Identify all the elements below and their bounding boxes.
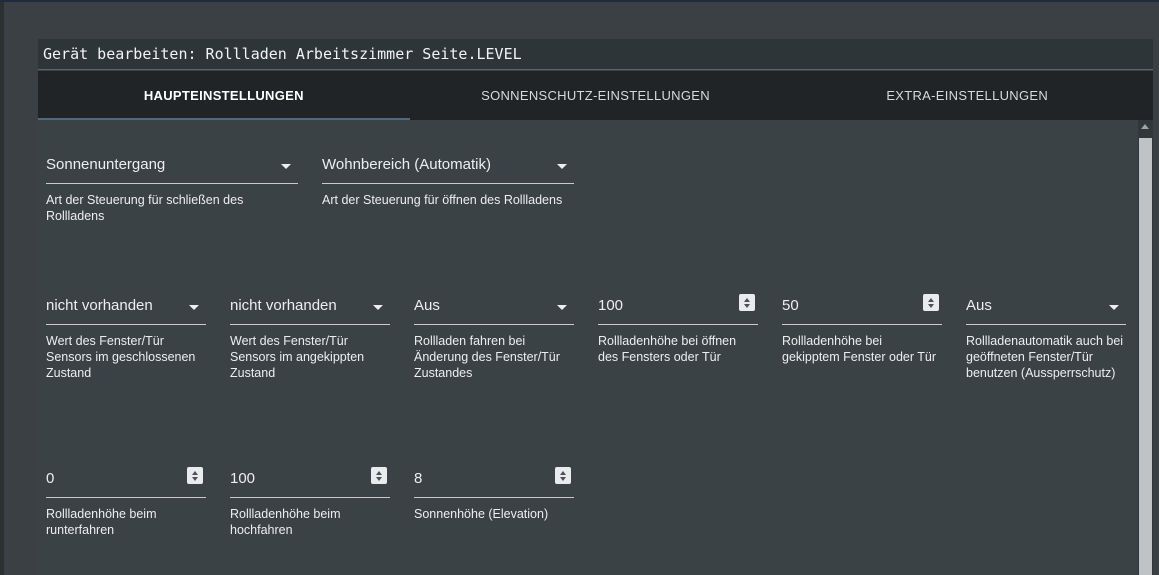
chevron-down-icon — [557, 305, 567, 310]
move-on-change-select[interactable]: Aus — [414, 287, 574, 325]
height-down-field: 0 Rollladenhöhe beim runterfahren — [46, 460, 206, 538]
number-stepper-icon[interactable] — [371, 467, 387, 484]
height-up-field: 100 Rollladenhöhe beim hochfahren — [230, 460, 390, 538]
chevron-down-icon — [1109, 305, 1119, 310]
open-control-select[interactable]: Wohnbereich (Automatik) — [322, 146, 574, 184]
height-tilted-window-input[interactable]: 50 — [782, 287, 942, 325]
number-stepper-icon[interactable] — [923, 294, 939, 311]
scrollbar[interactable] — [1138, 120, 1153, 575]
height-up-value: 100 — [230, 470, 256, 487]
close-control-select[interactable]: Sonnenuntergang — [46, 146, 298, 184]
open-control-value: Wohnbereich (Automatik) — [322, 156, 491, 173]
close-control-label: Art der Steuerung für schließen des Roll… — [46, 193, 244, 223]
settings-panel: Sonnenuntergang Art der Steuerung für sc… — [38, 120, 1138, 575]
window-top-border — [0, 0, 1159, 2]
height-open-window-field: 100 Rollladenhöhe bei öffnen des Fenster… — [598, 287, 758, 365]
sensor-closed-label: Wert des Fenster/Tür Sensors im geschlos… — [46, 334, 196, 380]
height-down-input[interactable]: 0 — [46, 460, 206, 498]
sensor-tilted-value: nicht vorhanden — [230, 297, 337, 314]
scroll-up-icon[interactable] — [1141, 124, 1149, 129]
chevron-down-icon — [373, 305, 383, 310]
sensor-tilted-select[interactable]: nicht vorhanden — [230, 287, 390, 325]
height-open-window-value: 100 — [598, 297, 624, 314]
tab-extra-settings[interactable]: EXTRA-EINSTELLUNGEN — [781, 71, 1153, 120]
sensor-closed-select[interactable]: nicht vorhanden — [46, 287, 206, 325]
scrollbar-thumb[interactable] — [1139, 138, 1152, 575]
number-stepper-icon[interactable] — [187, 467, 203, 484]
sun-elevation-field: 8 Sonnenhöhe (Elevation) — [414, 460, 574, 522]
move-on-change-value: Aus — [414, 297, 440, 314]
height-up-input[interactable]: 100 — [230, 460, 390, 498]
height-down-value: 0 — [46, 470, 55, 487]
window-left-edge — [0, 2, 4, 575]
number-stepper-icon[interactable] — [555, 467, 571, 484]
chevron-down-icon — [557, 164, 567, 169]
close-control-field: Sonnenuntergang Art der Steuerung für sc… — [46, 146, 298, 224]
height-open-window-label: Rollladenhöhe bei öffnen des Fensters od… — [598, 334, 737, 364]
open-control-field: Wohnbereich (Automatik) Art der Steuerun… — [322, 146, 574, 208]
lockout-protection-field: Aus Rollladenautomatik auch bei geöffnet… — [966, 287, 1126, 381]
open-control-label: Art der Steuerung für öffnen des Rolllad… — [322, 193, 563, 207]
move-on-change-field: Aus Rollladen fahren bei Änderung des Fe… — [414, 287, 574, 381]
tab-main-settings[interactable]: HAUPTEINSTELLUNGEN — [38, 71, 410, 120]
tab-bar: HAUPTEINSTELLUNGEN SONNENSCHUTZ-EINSTELL… — [38, 71, 1153, 120]
sun-elevation-value: 8 — [414, 470, 423, 487]
sensor-closed-value: nicht vorhanden — [46, 297, 153, 314]
sensor-tilted-label: Wert des Fenster/Tür Sensors im angekipp… — [230, 334, 365, 380]
close-control-value: Sonnenuntergang — [46, 156, 166, 173]
lockout-protection-label: Rollladenautomatik auch bei geöffneten F… — [966, 334, 1124, 380]
height-open-window-input[interactable]: 100 — [598, 287, 758, 325]
height-down-label: Rollladenhöhe beim runterfahren — [46, 507, 157, 537]
tab-sun-protection-settings[interactable]: SONNENSCHUTZ-EINSTELLUNGEN — [410, 71, 782, 120]
sensor-closed-field: nicht vorhanden Wert des Fenster/Tür Sen… — [46, 287, 206, 381]
chevron-down-icon — [189, 305, 199, 310]
dialog-title: Gerät bearbeiten: Rollladen Arbeitszimme… — [38, 39, 1153, 70]
lockout-protection-value: Aus — [966, 297, 992, 314]
chevron-down-icon — [281, 164, 291, 169]
sensor-tilted-field: nicht vorhanden Wert des Fenster/Tür Sen… — [230, 287, 390, 381]
height-tilted-window-label: Rollladenhöhe bei gekipptem Fenster oder… — [782, 334, 937, 364]
lockout-protection-select[interactable]: Aus — [966, 287, 1126, 325]
sun-elevation-input[interactable]: 8 — [414, 460, 574, 498]
sun-elevation-label: Sonnenhöhe (Elevation) — [414, 507, 549, 521]
height-up-label: Rollladenhöhe beim hochfahren — [230, 507, 341, 537]
move-on-change-label: Rollladen fahren bei Änderung des Fenste… — [414, 334, 560, 380]
height-tilted-window-field: 50 Rollladenhöhe bei gekipptem Fenster o… — [782, 287, 942, 365]
height-tilted-window-value: 50 — [782, 297, 799, 314]
number-stepper-icon[interactable] — [739, 294, 755, 311]
